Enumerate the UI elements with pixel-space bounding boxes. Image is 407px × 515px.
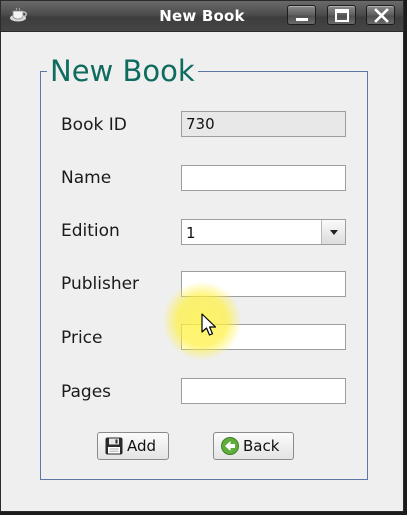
pages-label: Pages [61, 382, 112, 402]
add-button-label: Add [127, 437, 157, 455]
name-label: Name [61, 168, 112, 188]
minimize-button[interactable] [287, 5, 316, 25]
name-field[interactable] [181, 165, 346, 191]
price-label: Price [61, 328, 103, 348]
maximize-button[interactable] [327, 5, 356, 25]
edition-dropdown[interactable]: 1 [181, 219, 346, 245]
floppy-disk-icon [105, 437, 123, 455]
maximize-icon [335, 9, 349, 22]
minimize-icon [296, 18, 308, 21]
publisher-label: Publisher [61, 274, 140, 294]
edition-selected-value: 1 [186, 224, 196, 242]
book-id-field[interactable] [181, 111, 346, 137]
chevron-down-icon [330, 230, 338, 235]
title-bar[interactable]: New Book [1, 1, 403, 32]
pages-field[interactable] [181, 378, 346, 404]
close-icon [374, 8, 389, 23]
new-book-window: New Book New Book Book ID Name Edition [0, 0, 404, 512]
book-id-label: Book ID [61, 115, 127, 135]
window-content: New Book Book ID Name Edition 1 Publishe… [1, 32, 403, 511]
dropdown-arrow-button[interactable] [321, 220, 345, 244]
edition-label: Edition [61, 221, 120, 241]
group-title: New Book [47, 54, 198, 88]
back-arrow-icon [221, 437, 239, 455]
add-button[interactable]: Add [97, 432, 169, 460]
mouse-pointer-icon [201, 313, 217, 336]
back-button[interactable]: Back [213, 432, 294, 460]
close-button[interactable] [366, 5, 395, 25]
back-button-label: Back [243, 437, 280, 455]
